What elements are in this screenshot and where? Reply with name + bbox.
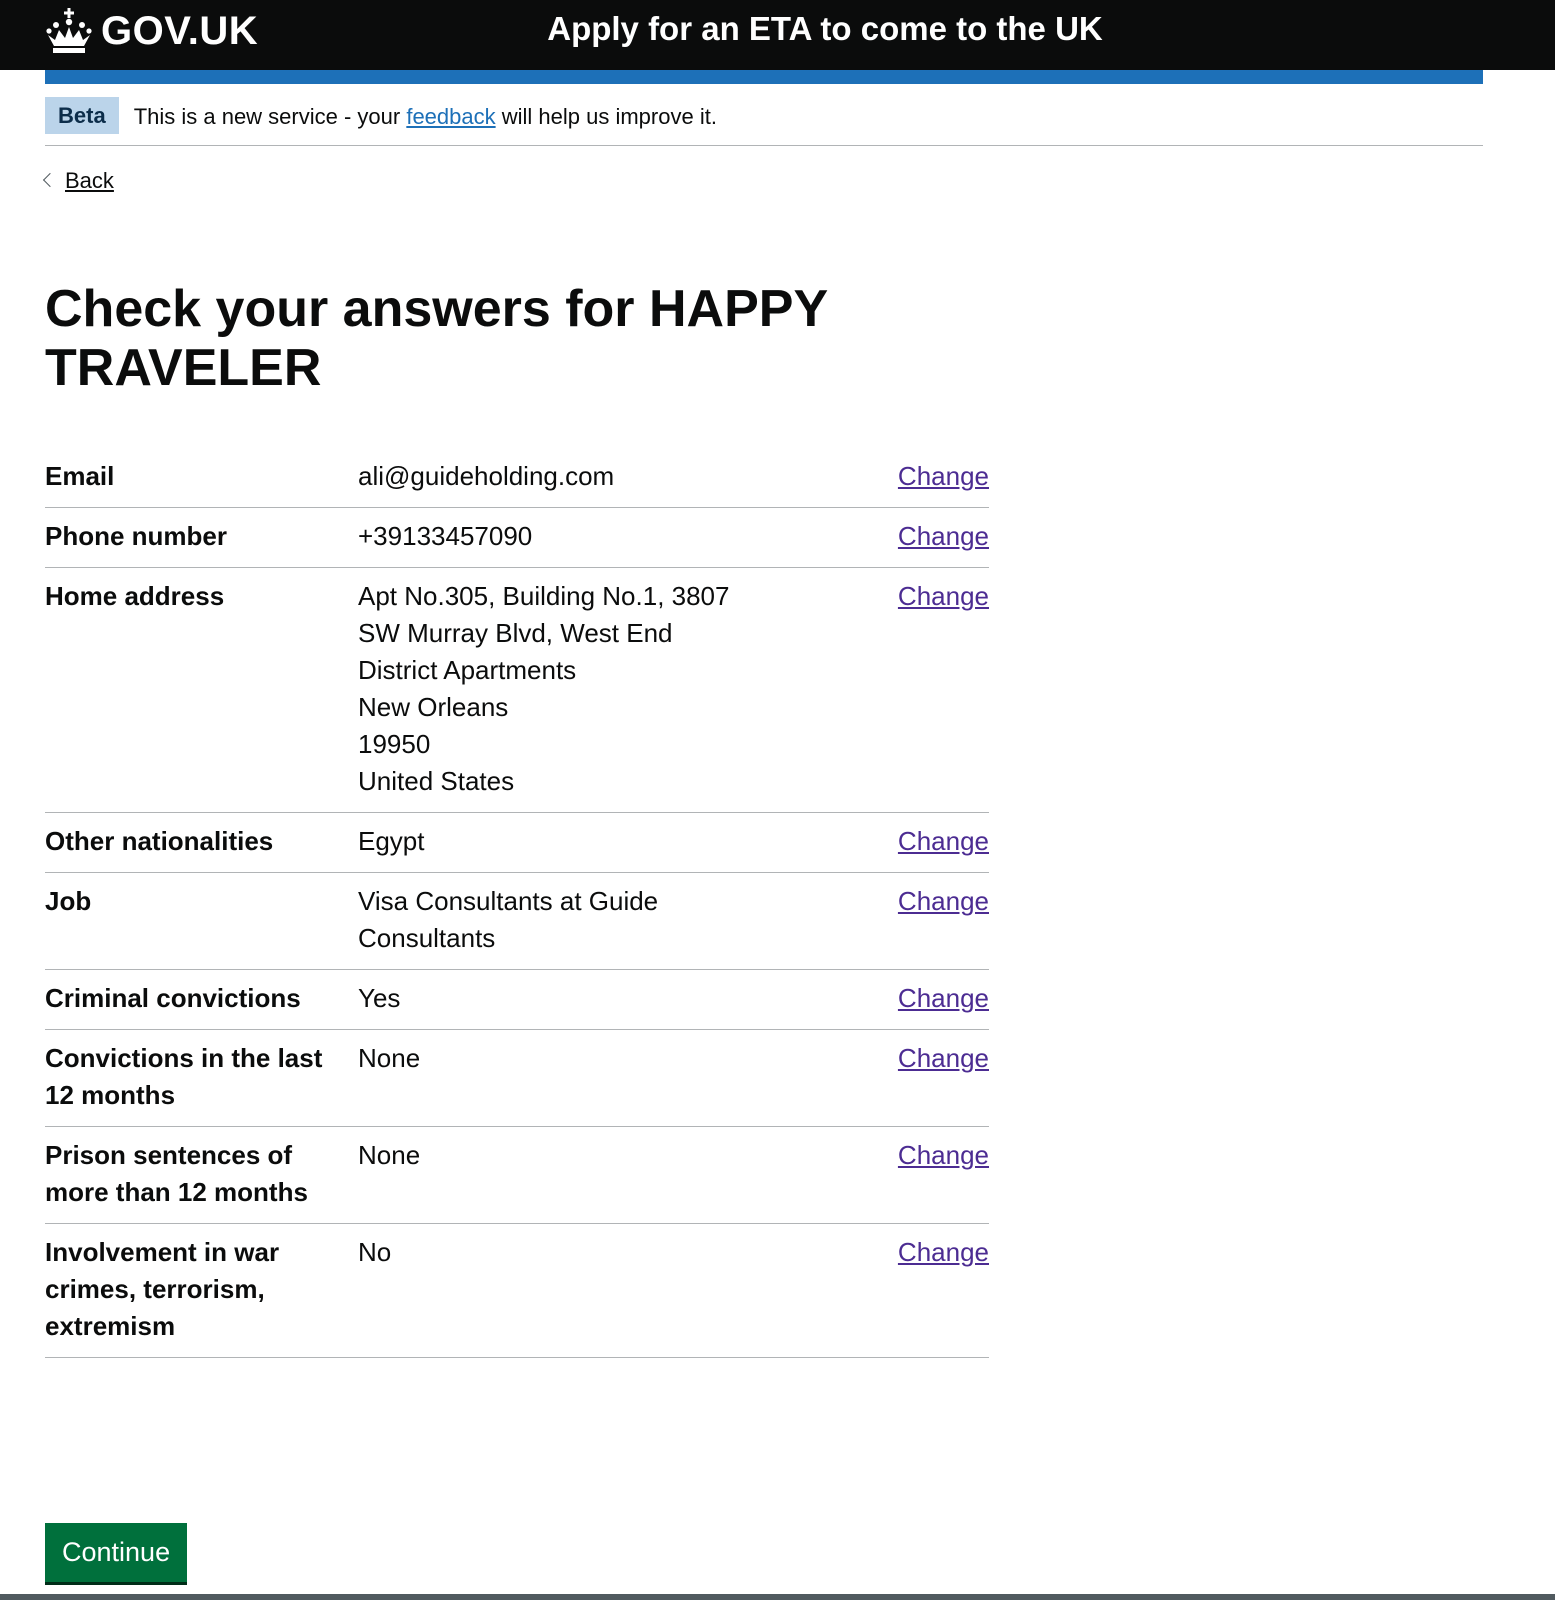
summary-key: Other nationalities	[45, 826, 274, 856]
phase-text-before: This is a new service - your	[133, 104, 407, 129]
summary-action: Change	[882, 1137, 989, 1211]
summary-row: Criminal convictions Yes Change	[45, 970, 989, 1030]
summary-value: Yes	[358, 980, 882, 1017]
site-header: GOV.UK Apply for an ETA to come to the U…	[0, 0, 1555, 70]
summary-value-line: No	[358, 1237, 392, 1267]
change-link[interactable]: Change	[898, 581, 989, 611]
summary-value: ali@guideholding.com	[358, 458, 882, 495]
summary-key: Phone number	[45, 521, 228, 551]
change-link[interactable]: Change	[898, 1043, 989, 1073]
summary-action: Change	[882, 1040, 989, 1114]
chevron-left-icon	[42, 172, 58, 188]
change-link[interactable]: Change	[898, 461, 989, 491]
header-blue-bar	[45, 70, 1483, 84]
summary-action: Change	[882, 518, 989, 555]
summary-value-line: Visa Consultants at Guide	[358, 886, 659, 916]
summary-row: Phone number +39133457090 Change	[45, 508, 989, 568]
bottom-strip	[0, 1594, 1555, 1600]
summary-value: Egypt	[358, 823, 882, 860]
summary-row: Job Visa Consultants at Guide Consultants C…	[45, 873, 989, 970]
summary-list: Email ali@guideholding.com Change Phone num…	[45, 448, 989, 1358]
summary-value-line: 19950	[358, 729, 431, 759]
summary-value-line: ali@guideholding.com	[358, 461, 615, 491]
summary-value-line: New Orleans	[358, 692, 509, 722]
summary-key: Email	[45, 461, 115, 491]
summary-row: Involvement in war crimes, terrorism, ex…	[45, 1224, 989, 1358]
back-link-label[interactable]: Back	[65, 168, 114, 194]
summary-value-line: None	[358, 1043, 421, 1073]
summary-action: Change	[882, 1234, 989, 1345]
summary-key: Convictions in the last 12 months	[45, 1043, 323, 1110]
summary-action: Change	[882, 823, 989, 860]
change-link[interactable]: Change	[898, 521, 989, 551]
summary-action: Change	[882, 980, 989, 1017]
page-title: Check your answers for HAPPY TRAVELER	[45, 280, 845, 398]
summary-key: Home address	[45, 581, 225, 611]
summary-value-line: Apt No.305, Building No.1, 3807	[358, 581, 730, 611]
phase-text-after: will help us improve it.	[495, 104, 717, 129]
summary-value: +39133457090	[358, 518, 882, 555]
back-link[interactable]: Back	[42, 168, 114, 194]
summary-value-line: None	[358, 1140, 421, 1170]
summary-value: Apt No.305, Building No.1, 3807 SW Murray…	[358, 578, 882, 800]
summary-row: Email ali@guideholding.com Change	[45, 448, 989, 508]
summary-value: Visa Consultants at Guide Consultants	[358, 883, 882, 957]
summary-value-line: Yes	[358, 983, 401, 1013]
change-link[interactable]: Change	[898, 1237, 989, 1267]
summary-value: None	[358, 1137, 882, 1211]
summary-action: Change	[882, 458, 989, 495]
summary-key: Job	[45, 886, 92, 916]
summary-value-line: SW Murray Blvd, West End	[358, 618, 673, 648]
continue-button[interactable]: Continue	[45, 1523, 188, 1582]
summary-action: Change	[882, 883, 989, 957]
summary-value: No	[358, 1234, 882, 1345]
page-title-line-2: TRAVELER	[45, 339, 322, 397]
summary-value-line: Consultants	[358, 923, 496, 953]
change-link[interactable]: Change	[898, 826, 989, 856]
page-title-line-1: Check your answers for HAPPY	[45, 280, 829, 338]
summary-row: Prison sentences of more than 12 months N…	[45, 1127, 989, 1224]
summary-row: Convictions in the last 12 months None Cha…	[45, 1030, 989, 1127]
summary-value-line: Egypt	[358, 826, 425, 856]
summary-key: Criminal convictions	[45, 983, 301, 1013]
change-link[interactable]: Change	[898, 886, 989, 916]
phase-banner-text: This is a new service - your feedback wi…	[134, 104, 717, 130]
beta-tag: Beta	[45, 97, 119, 134]
summary-action: Change	[882, 578, 989, 800]
phase-banner: Beta This is a new service - your feedba…	[45, 97, 1483, 146]
service-name-link[interactable]: Apply for an ETA to come to the UK	[0, 10, 1555, 48]
change-link[interactable]: Change	[898, 983, 989, 1013]
change-link[interactable]: Change	[898, 1140, 989, 1170]
summary-row: Home address Apt No.305, Building No.1, 3…	[45, 568, 989, 813]
summary-value: None	[358, 1040, 882, 1114]
summary-key: Prison sentences of more than 12 months	[45, 1140, 308, 1207]
feedback-link[interactable]: feedback	[406, 104, 495, 129]
summary-row: Other nationalities Egypt Change	[45, 813, 989, 873]
summary-value-line: United States	[358, 766, 515, 796]
summary-value-line: District Apartments	[358, 655, 577, 685]
summary-key: Involvement in war crimes, terrorism, ex…	[45, 1237, 280, 1341]
summary-value-line: +39133457090	[358, 521, 533, 551]
